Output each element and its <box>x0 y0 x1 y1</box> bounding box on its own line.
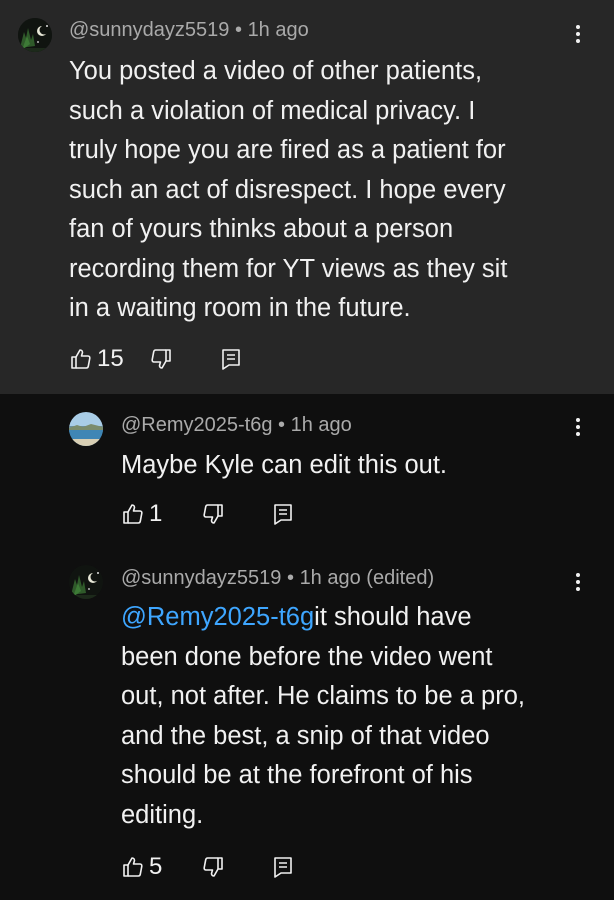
more-options-icon[interactable] <box>572 415 584 441</box>
like-count: 1 <box>149 500 163 527</box>
comment-line: such an act of disrespect. I hope every <box>69 175 506 204</box>
reply-button[interactable] <box>271 852 295 882</box>
user-avatar[interactable] <box>69 412 103 446</box>
reply-button[interactable] <box>271 499 295 529</box>
thumbs-down-icon <box>151 349 171 369</box>
comment-actions: 15 <box>69 344 269 374</box>
comment-meta: @sunnydayz5519 • 1h ago (edited) <box>121 567 434 590</box>
comment-timestamp: 1h ago (edited) <box>299 567 435 589</box>
like-button[interactable]: 5 <box>121 852 162 882</box>
meta-separator: • <box>278 414 286 436</box>
comment-line: recording them for YT views as they sit <box>69 254 508 283</box>
reply-button[interactable] <box>219 344 243 374</box>
comment-text: Maybe Kyle can edit this out. <box>121 446 447 486</box>
like-count: 5 <box>149 853 163 880</box>
comment-line-text: it should have <box>314 603 472 631</box>
reply-comment-icon <box>222 349 240 370</box>
thumbs-down-icon <box>203 857 223 877</box>
comment-line: truly hope you are fired as a patient fo… <box>69 136 506 164</box>
night-landscape-avatar-icon <box>18 18 52 52</box>
meta-separator: • <box>234 19 242 41</box>
night-landscape-avatar-icon <box>69 565 103 599</box>
author-handle[interactable]: @sunnydayz5519 <box>121 567 281 589</box>
comment-line: fan of yours thinks about a person <box>69 215 454 243</box>
comment-line: editing. <box>121 800 204 829</box>
thumbs-down-icon <box>203 504 223 524</box>
comment-line: out, not after. He claims to be a pro, <box>121 682 525 710</box>
dislike-button[interactable] <box>201 852 225 882</box>
dislike-button[interactable] <box>149 344 173 374</box>
comment-text: @Remy2025-t6git should have been done be… <box>121 598 525 835</box>
meta-separator: • <box>286 567 294 589</box>
comment-line: and the best, a snip of that video <box>121 721 490 750</box>
more-options-icon[interactable] <box>572 22 584 48</box>
comment-actions: 5 <box>121 852 321 882</box>
comment-actions: 1 <box>121 499 321 529</box>
beach-avatar-icon <box>69 412 103 446</box>
author-handle[interactable]: @Remy2025-t6g <box>121 414 272 436</box>
comment-item: @Remy2025-t6g • 1h ago Maybe Kyle can ed… <box>0 394 614 550</box>
comment-line: You posted a video of other patients, <box>69 57 483 85</box>
thumbs-up-icon <box>71 349 91 369</box>
like-count: 15 <box>97 345 124 372</box>
comment-item: @sunnydayz5519 • 1h ago You posted a vid… <box>0 0 614 394</box>
mention-link[interactable]: @Remy2025-t6g <box>121 603 314 631</box>
comment-meta: @sunnydayz5519 • 1h ago <box>69 19 309 42</box>
more-options-icon[interactable] <box>572 570 584 596</box>
comment-item: @sunnydayz5519 • 1h ago (edited) @Remy20… <box>0 550 614 900</box>
user-avatar[interactable] <box>18 18 52 52</box>
reply-comment-icon <box>274 857 292 878</box>
comment-line: in a waiting room in the future. <box>69 294 411 322</box>
user-avatar[interactable] <box>69 565 103 599</box>
comment-timestamp: 1h ago <box>247 19 309 41</box>
comment-timestamp: 1h ago <box>290 414 352 436</box>
comment-line: @Remy2025-t6git should have <box>121 598 525 638</box>
thumbs-up-icon <box>123 504 143 524</box>
comment-text: You posted a video of other patients, su… <box>69 52 507 329</box>
comment-meta: @Remy2025-t6g • 1h ago <box>121 414 352 437</box>
author-handle[interactable]: @sunnydayz5519 <box>69 19 229 41</box>
reply-comment-icon <box>274 504 292 525</box>
comment-line: should be at the forefront of his <box>121 761 473 789</box>
comment-line: Maybe Kyle can edit this out. <box>121 451 448 479</box>
like-button[interactable]: 1 <box>121 499 162 529</box>
comment-line: been done before the video went <box>121 642 493 671</box>
thumbs-up-icon <box>123 857 143 877</box>
comment-line: such a violation of medical privacy. I <box>69 96 476 125</box>
dislike-button[interactable] <box>201 499 225 529</box>
like-button[interactable]: 15 <box>69 344 124 374</box>
